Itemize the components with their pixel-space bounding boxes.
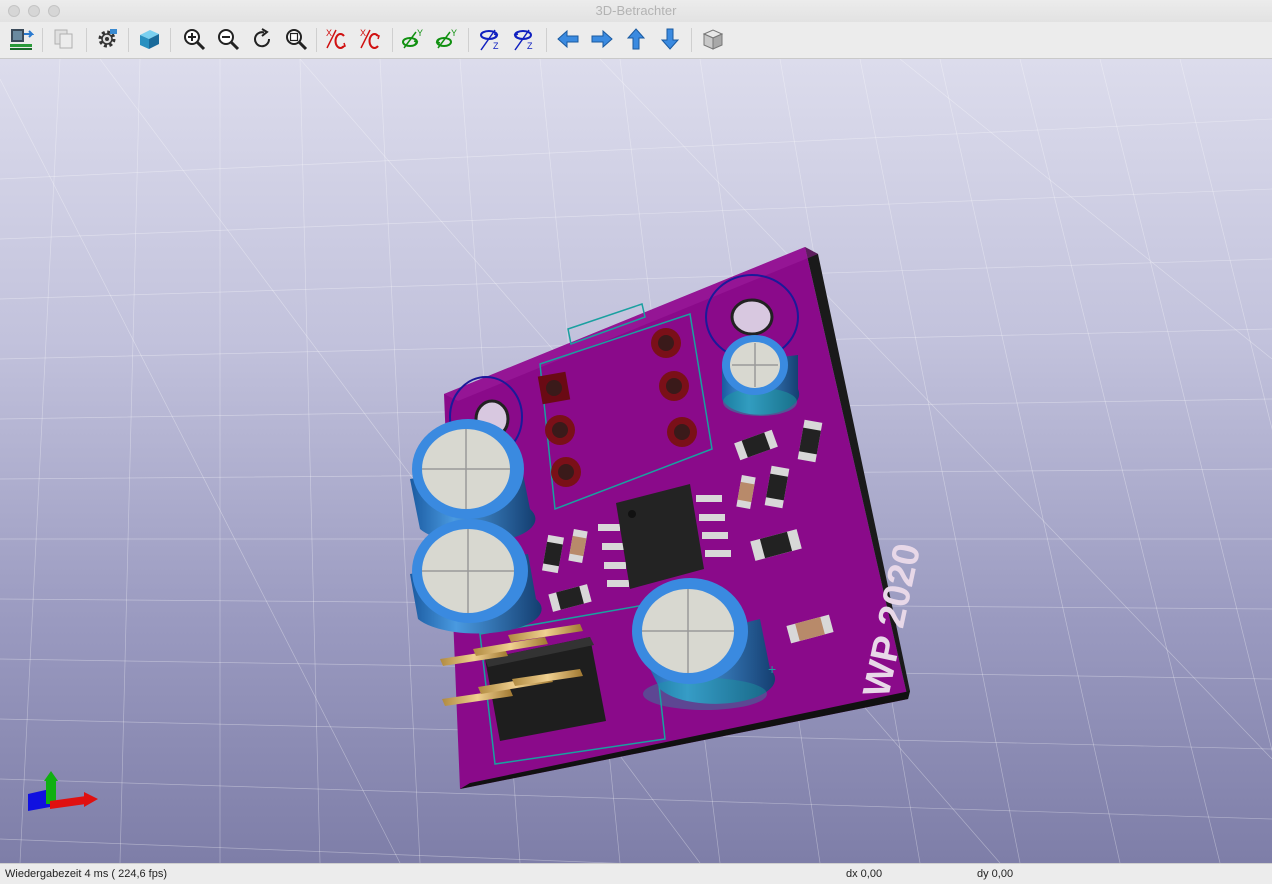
rotate-x-cw-icon: X bbox=[326, 28, 346, 49]
rotate-z-cw-icon: Z bbox=[480, 29, 499, 51]
toolbar-separator bbox=[42, 28, 43, 52]
3d-viewport[interactable]: + WP 2020 bbox=[0, 59, 1272, 863]
redraw-button[interactable] bbox=[247, 24, 277, 54]
title-bar: 3D-Betrachter bbox=[0, 0, 1272, 23]
zoom-out-button[interactable] bbox=[213, 24, 243, 54]
rotate-z-cw-button[interactable]: Z bbox=[475, 24, 505, 54]
window-title: 3D-Betrachter bbox=[595, 3, 677, 18]
toolbar-separator bbox=[128, 28, 129, 52]
cube-ortho-icon bbox=[702, 29, 724, 50]
redraw-icon bbox=[254, 28, 271, 48]
gear-icon bbox=[98, 29, 117, 48]
svg-text:Z: Z bbox=[493, 41, 499, 51]
toolbar-separator bbox=[86, 28, 87, 52]
cube-solid-icon bbox=[140, 30, 159, 49]
viewer-window: 3D-Betrachter X X Y Y Z Z + WP 2020 Wied… bbox=[0, 0, 1272, 884]
toolbar-separator bbox=[316, 28, 317, 52]
zoom-in-icon bbox=[184, 29, 206, 51]
reload-board-button[interactable] bbox=[6, 24, 36, 54]
svg-text:Y: Y bbox=[417, 28, 423, 38]
arrow-right-icon bbox=[591, 29, 613, 49]
zoom-fit-button[interactable] bbox=[281, 24, 311, 54]
copy-icon bbox=[54, 29, 73, 49]
svg-text:+: + bbox=[768, 661, 776, 677]
arrow-down-icon bbox=[660, 28, 680, 50]
toolbar-separator bbox=[170, 28, 171, 52]
rotate-z-ccw-button[interactable]: Z bbox=[509, 24, 539, 54]
arrow-up-icon bbox=[626, 28, 646, 50]
toolbar-separator bbox=[392, 28, 393, 52]
svg-text:X: X bbox=[326, 28, 332, 38]
toolbar-separator bbox=[468, 28, 469, 52]
orthographic-button[interactable] bbox=[698, 24, 728, 54]
pan-up-button[interactable] bbox=[621, 24, 651, 54]
rotate-z-ccw-icon: Z bbox=[513, 29, 533, 51]
zoom-out-icon bbox=[218, 29, 240, 51]
dx-readout: dx 0,00 bbox=[846, 868, 883, 880]
toolbar: X X Y Y Z Z bbox=[0, 22, 1272, 59]
svg-text:Y: Y bbox=[451, 28, 457, 38]
pan-right-button[interactable] bbox=[587, 24, 617, 54]
axis-indicator bbox=[28, 771, 98, 811]
pan-left-button[interactable] bbox=[553, 24, 583, 54]
rotate-x-cw-button[interactable]: X bbox=[322, 24, 352, 54]
pan-down-button[interactable] bbox=[655, 24, 685, 54]
settings-button[interactable] bbox=[92, 24, 122, 54]
rotate-y-cw-icon: Y bbox=[402, 28, 423, 49]
rotate-y-cw-button[interactable]: Y bbox=[398, 24, 428, 54]
arrow-left-icon bbox=[557, 29, 579, 49]
svg-text:X: X bbox=[360, 28, 366, 38]
dy-readout: dy 0,00 bbox=[977, 868, 1014, 880]
rotate-y-ccw-button[interactable]: Y bbox=[432, 24, 462, 54]
reload-board-icon bbox=[10, 29, 34, 50]
zoom-fit-icon bbox=[286, 29, 308, 51]
status-bar: Wiedergabezeit 4 ms ( 224,6 fps) dx 0,00… bbox=[0, 863, 1272, 884]
toolbar-separator bbox=[691, 28, 692, 52]
rotate-x-ccw-icon: X bbox=[360, 28, 380, 49]
render-mode-button[interactable] bbox=[134, 24, 164, 54]
zoom-in-button[interactable] bbox=[179, 24, 209, 54]
toolbar-separator bbox=[546, 28, 547, 52]
render-time-label: Wiedergabezeit 4 ms ( 224,6 fps) bbox=[5, 868, 168, 880]
rotate-y-ccw-icon: Y bbox=[435, 28, 457, 49]
svg-text:Z: Z bbox=[527, 41, 533, 51]
copy-clipboard-button[interactable] bbox=[49, 24, 79, 54]
rotate-x-ccw-button[interactable]: X bbox=[356, 24, 386, 54]
3d-scene: + WP 2020 bbox=[0, 59, 1272, 863]
